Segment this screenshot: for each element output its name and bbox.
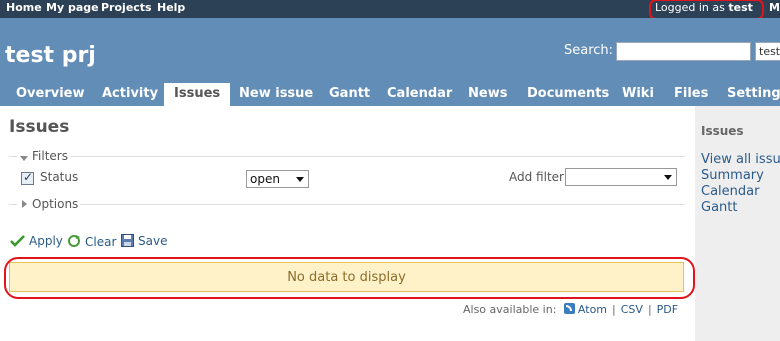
- tab-gantt[interactable]: Gantt: [329, 86, 370, 101]
- page-title: Issues: [9, 117, 70, 137]
- options-legend[interactable]: Options: [32, 197, 78, 211]
- atom-link[interactable]: Atom: [578, 303, 607, 316]
- tab-calendar[interactable]: Calendar: [387, 86, 452, 101]
- feed-icon: [563, 303, 575, 314]
- sidebar: Issues View all issues Summary Calendar …: [695, 106, 780, 341]
- sidebar-link-calendar[interactable]: Calendar: [701, 184, 759, 199]
- status-filter-label: Status: [40, 170, 79, 184]
- tab-documents[interactable]: Documents: [527, 86, 609, 101]
- status-filter-checkbox[interactable]: ✓: [21, 170, 34, 185]
- csv-link[interactable]: CSV: [621, 303, 643, 316]
- top-menu-help-link[interactable]: Help: [157, 1, 185, 14]
- apply-button[interactable]: Apply: [10, 234, 63, 248]
- top-menu-my-page-link[interactable]: My page: [46, 1, 99, 14]
- filters-legend[interactable]: Filters: [32, 149, 68, 163]
- options-divider-left: [9, 204, 17, 205]
- options-divider: [80, 204, 685, 205]
- annotation-highlight-no-data: [4, 257, 695, 299]
- save-button[interactable]: Save: [121, 234, 167, 248]
- options-expand-icon[interactable]: [22, 200, 27, 208]
- reload-icon: [68, 235, 80, 247]
- save-label: Save: [138, 234, 168, 248]
- add-filter-label: Add filter: [509, 170, 564, 184]
- tab-wiki[interactable]: Wiki: [622, 86, 654, 101]
- tab-files[interactable]: Files: [674, 86, 708, 101]
- project-jump-select[interactable]: test: [755, 42, 780, 61]
- chevron-down-icon: [664, 175, 672, 180]
- sidebar-link-gantt[interactable]: Gantt: [701, 200, 737, 215]
- checkmark-icon: ✓: [23, 170, 34, 184]
- tab-issues[interactable]: Issues: [164, 83, 231, 106]
- checkmark-icon: [10, 235, 25, 247]
- tab-overview[interactable]: Overview: [16, 86, 85, 101]
- top-menu-home-link[interactable]: Home: [6, 1, 42, 14]
- header: test prj Search: test Overview Activity …: [0, 18, 780, 106]
- sidebar-link-summary[interactable]: Summary: [701, 168, 764, 183]
- status-operator-select[interactable]: open: [246, 170, 309, 188]
- chevron-down-icon: [296, 177, 304, 182]
- top-menu-projects-link[interactable]: Projects: [101, 1, 152, 14]
- apply-label: Apply: [29, 234, 63, 248]
- sidebar-title: Issues: [701, 124, 744, 138]
- filters-divider-left: [9, 156, 17, 157]
- sidebar-link-view-all-issues[interactable]: View all issues: [701, 152, 780, 167]
- main-content: Issues Filters ✓ Status open Add filter …: [0, 106, 695, 341]
- tab-news[interactable]: News: [468, 86, 507, 101]
- separator: |: [647, 303, 652, 316]
- tab-settings[interactable]: Settings: [727, 86, 780, 101]
- status-operator-value: open: [250, 172, 280, 186]
- filters-collapse-icon[interactable]: [20, 156, 28, 161]
- tab-new-issue[interactable]: New issue: [239, 86, 313, 101]
- filters-divider: [70, 156, 685, 157]
- search-input[interactable]: [616, 42, 751, 61]
- floppy-disk-icon: [121, 234, 134, 247]
- add-filter-select[interactable]: [565, 168, 677, 186]
- pdf-link[interactable]: PDF: [657, 303, 678, 316]
- separator: |: [612, 303, 616, 316]
- also-available-label: Also available in:: [463, 303, 557, 316]
- other-formats: Also available in: Atom | CSV | PDF: [463, 303, 678, 316]
- tab-issues-label: Issues: [174, 86, 221, 101]
- clear-button[interactable]: Clear: [67, 234, 116, 249]
- search-label: Search:: [564, 43, 614, 58]
- clear-label: Clear: [85, 235, 117, 249]
- top-menu-account-link[interactable]: M: [769, 1, 780, 14]
- tab-activity[interactable]: Activity: [102, 86, 158, 101]
- annotation-highlight-login: [649, 0, 764, 20]
- project-title: test prj: [5, 43, 96, 68]
